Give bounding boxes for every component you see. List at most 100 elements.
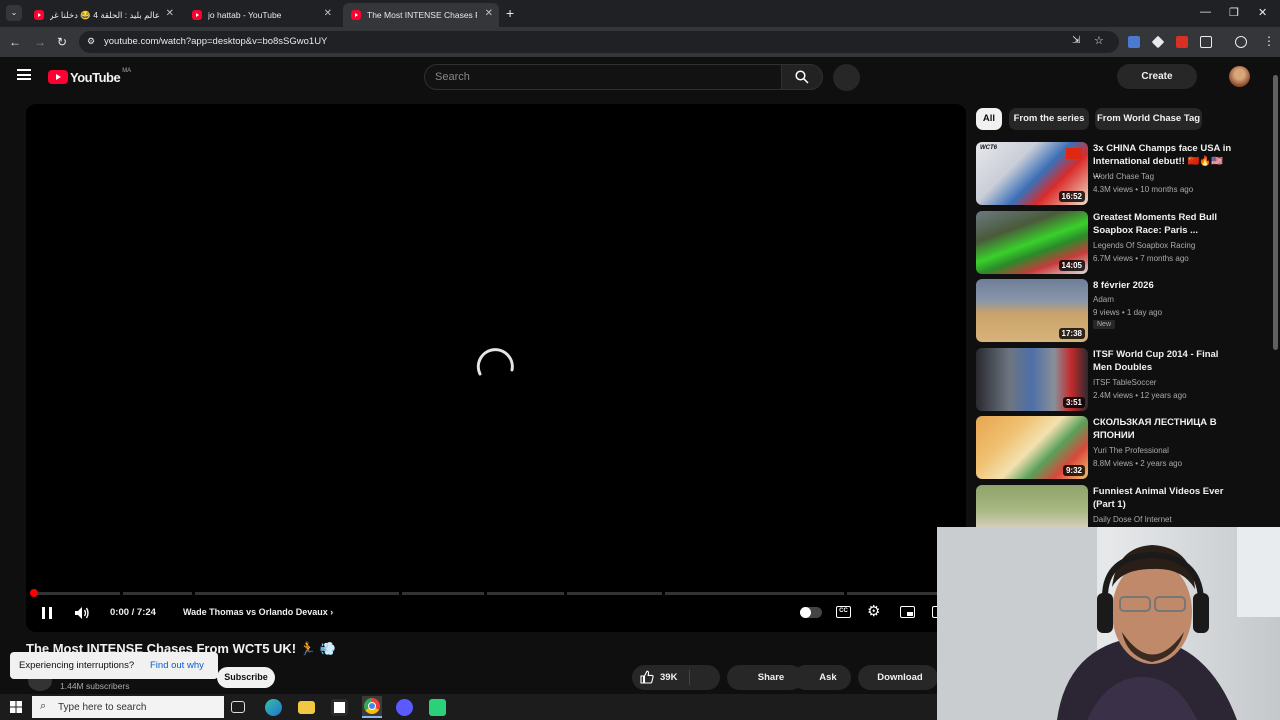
app-icon-purple[interactable] [396,699,413,716]
find-out-why-link[interactable]: Find out why [150,660,204,671]
volume-icon[interactable] [74,606,90,620]
tab-search-icon[interactable]: ⌄ [6,5,22,21]
settings-gear-icon[interactable]: ⚙ [867,602,880,620]
video-thumbnail[interactable]: 9:32 [976,416,1088,479]
url-text: youtube.com/watch?app=desktop&v=bo8sSGwo… [104,36,328,47]
ask-button[interactable]: Ask [793,665,851,690]
sidebar-video-card[interactable]: 9:32 СКОЛЬЗКАЯ ЛЕСТНИЦА В ЯПОНИИ Yuri Th… [976,416,1266,480]
chip-from-world-chase-tag[interactable]: From World Chase Tag [1095,108,1202,130]
red-extension-icon[interactable] [1176,36,1188,48]
youtube-logo[interactable]: YouTube MA [48,68,132,85]
windows-start-icon[interactable] [10,701,22,713]
close-icon[interactable]: ✕ [485,8,493,19]
diamond-extension-icon[interactable] [1151,35,1165,49]
chip-label: From World Chase Tag [1096,113,1201,124]
video-thumbnail[interactable] [976,485,1088,527]
search-input[interactable]: Search [424,64,782,90]
video-duration: 3:51 [1062,397,1085,408]
sidebar-video-card[interactable]: 17:38 8 février 2026 Adam 9 views • 1 da… [976,279,1266,343]
webcam-overlay [937,527,1280,720]
browser-tab-active[interactable]: The Most INTENSE Chases From ✕ [343,3,499,27]
youtube-favicon-icon [34,10,44,20]
video-card-meta: 4.3M views • 10 months ago [1093,185,1194,194]
create-button[interactable]: Create [1117,64,1197,89]
avatar[interactable] [1229,66,1250,87]
download-label: Download [877,672,923,683]
bookmark-star-icon[interactable]: ☆ [1094,34,1104,47]
hamburger-menu-icon[interactable] [17,69,31,80]
close-window-icon[interactable]: ✕ [1258,6,1267,19]
browser-tab-2[interactable]: jo hattab - YouTube ✕ [184,3,338,27]
like-count: 39K [660,672,678,683]
pause-icon[interactable] [42,607,52,619]
country-code: MA [122,68,132,74]
close-icon[interactable]: ✕ [324,8,332,19]
search-placeholder: Search [435,71,470,83]
subtitles-cc-icon[interactable]: CC [836,606,851,618]
taskbar-search-placeholder: Type here to search [58,702,147,713]
subscribe-label: Subscribe [224,672,268,682]
dislike-button[interactable] [690,665,720,690]
reload-icon[interactable]: ↻ [57,35,67,49]
voice-search-button[interactable] [833,64,860,91]
video-card-channel: Legends Of Soapbox Racing [1093,241,1196,250]
restore-icon[interactable]: ❐ [1229,6,1239,19]
share-label: Share [757,672,785,683]
chapter-title[interactable]: Wade Thomas vs Orlando Devaux › [183,607,333,617]
share-button[interactable]: Share [727,665,803,690]
chip-all[interactable]: All [976,108,1002,130]
back-icon[interactable]: ← [9,35,21,49]
autoplay-knob-icon [800,607,811,618]
autoplay-toggle[interactable] [800,607,822,618]
progress-bar[interactable] [34,592,938,595]
taskbar-search-input[interactable]: ⌕ Type here to search [32,696,224,718]
video-thumbnail[interactable]: 14:05 [976,211,1088,274]
minimize-icon[interactable]: — [1200,6,1211,18]
tab-title: The Most INTENSE Chases From [367,10,477,20]
video-card-channel: Yuri The Professional [1093,446,1169,455]
profile-icon[interactable] [1235,36,1247,48]
microsoft-store-icon[interactable] [331,699,348,716]
video-thumbnail[interactable]: 3:51 [976,348,1088,411]
subscribe-button[interactable]: Subscribe [217,667,275,688]
sidebar-video-card[interactable]: 14:05 Greatest Moments Red Bull Soapbox … [976,211,1266,275]
address-bar[interactable]: ⚙ youtube.com/watch?app=desktop&v=bo8sSG… [79,31,1119,53]
edge-browser-icon[interactable] [265,699,282,716]
video-thumbnail[interactable]: WCT6 16:52 [976,142,1088,205]
video-duration: 14:05 [1058,260,1085,271]
app-icon-green[interactable] [429,699,446,716]
close-icon[interactable]: ✕ [166,8,174,19]
video-card-title: Funniest Animal Videos Ever (Part 1) [1093,486,1224,510]
like-button[interactable]: 39K [632,665,688,690]
forward-icon[interactable]: → [34,35,46,49]
scrollbar-thumb[interactable] [1273,75,1278,350]
chip-from-the-series[interactable]: From the series [1009,108,1089,130]
search-button[interactable] [781,64,823,90]
subscriber-count: 1.44M subscribers [60,681,130,691]
chrome-icon[interactable] [362,696,382,718]
miniplayer-icon[interactable] [900,606,915,618]
sidebar-video-card[interactable]: Funniest Animal Videos Ever (Part 1) Dai… [976,485,1266,527]
browser-tab-strip: ⌄ عالم بليد : الحلقة 4 😂 دخلنا غرفة ✕ jo… [0,0,1280,27]
video-card-channel: World Chase Tag [1093,172,1155,181]
video-card-meta: 9 views • 1 day ago [1093,308,1163,317]
browser-menu-icon[interactable]: ⋮ [1263,34,1275,48]
interruptions-toast: Experiencing interruptions? Find out why [10,652,218,679]
page-scrollbar[interactable] [1271,60,1280,530]
task-view-icon[interactable] [231,701,245,713]
ask-label: Ask [819,672,837,683]
progress-scrubber[interactable] [30,589,38,597]
file-explorer-icon[interactable] [298,701,315,714]
video-player[interactable]: 0:00 / 7:24 Wade Thomas vs Orlando Devau… [26,104,966,632]
sidebar-video-card[interactable]: WCT6 16:52 3x CHINA Champs face USA in I… [976,142,1266,206]
video-thumbnail[interactable]: 17:38 [976,279,1088,342]
site-info-icon[interactable]: ⚙ [87,36,95,47]
sidebar-video-card[interactable]: 3:51 ITSF World Cup 2014 - Final Men Dou… [976,348,1266,412]
extensions-puzzle-icon[interactable] [1200,36,1212,48]
install-app-icon[interactable]: ⇲ [1072,35,1080,46]
download-button[interactable]: Download [858,665,938,690]
new-tab-icon[interactable]: + [506,5,514,21]
tab-title: jo hattab - YouTube [208,10,282,20]
translate-extension-icon[interactable] [1128,36,1140,48]
browser-tab-1[interactable]: عالم بليد : الحلقة 4 😂 دخلنا غرفة ✕ [26,3,180,27]
